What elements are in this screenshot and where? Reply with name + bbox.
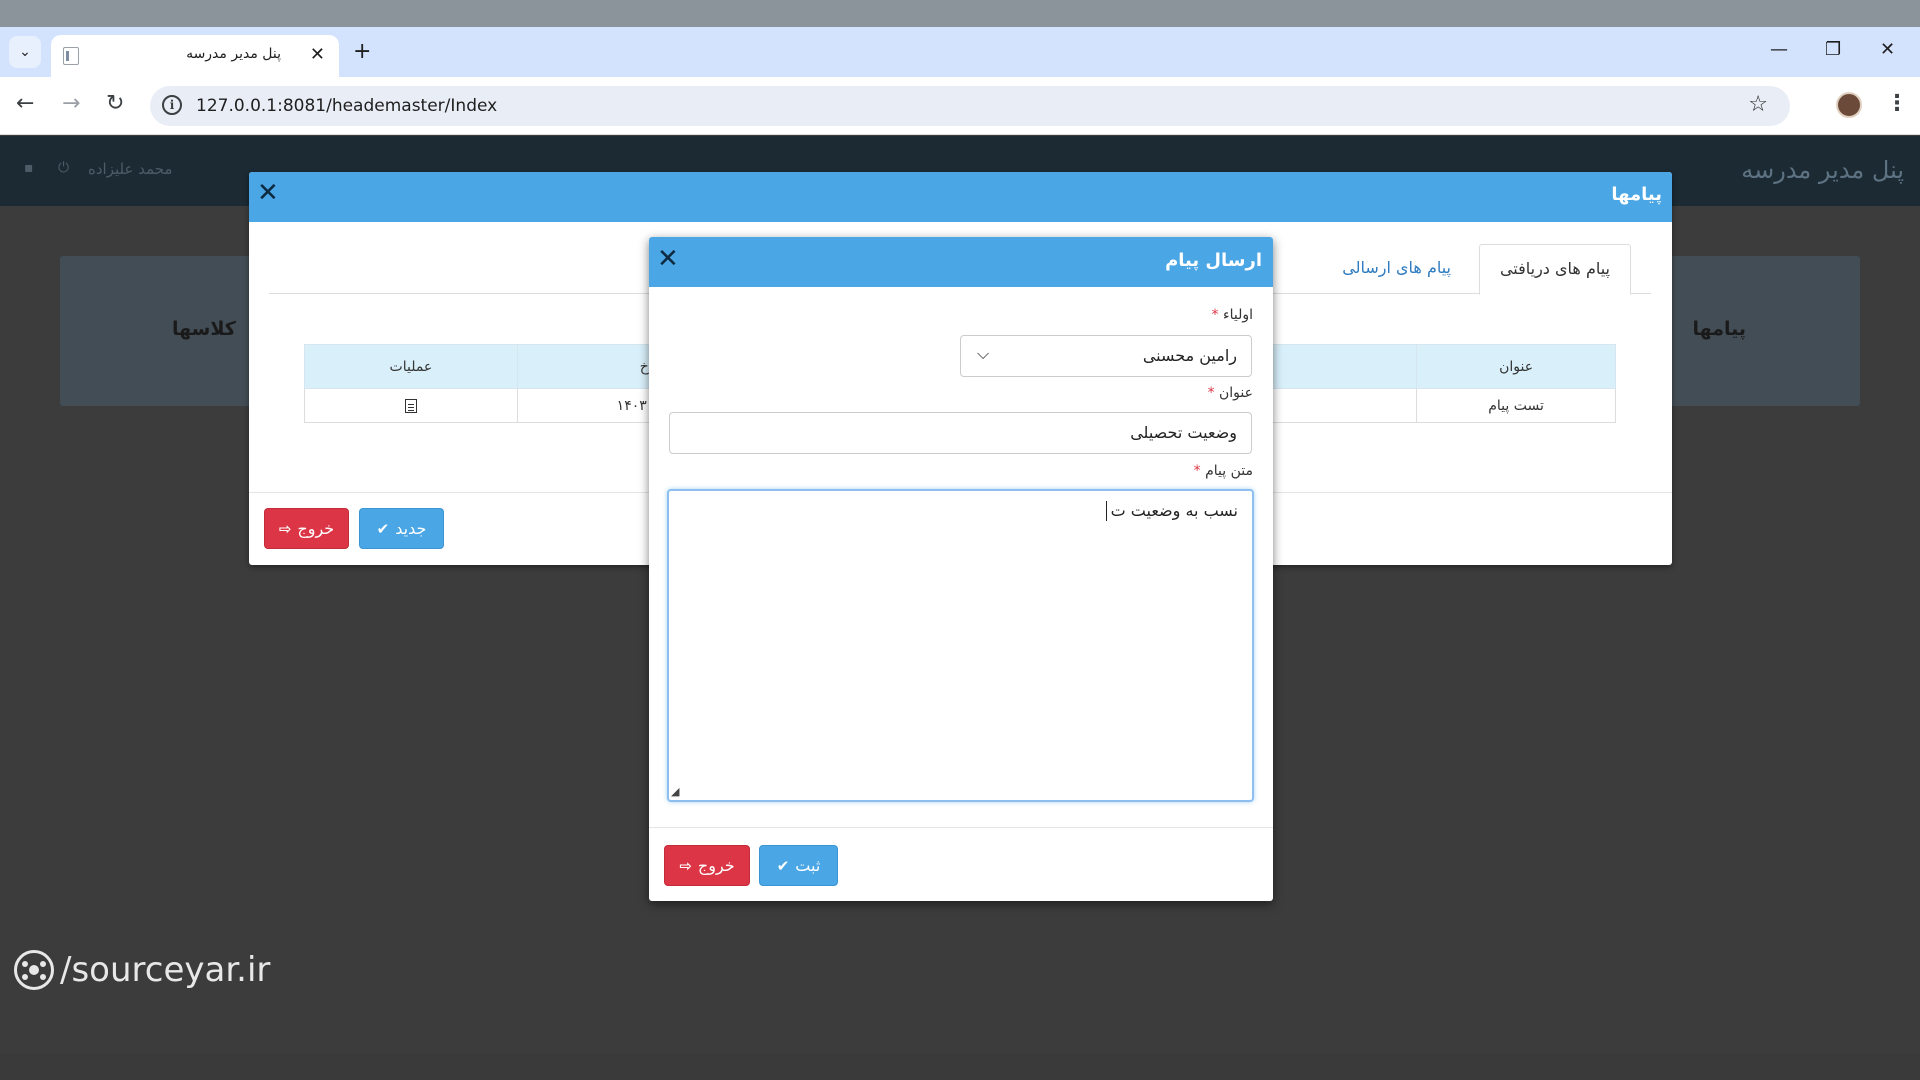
checkmark-icon: ✔	[776, 856, 790, 875]
tab-title: پنل مدیر مدرسه	[186, 46, 281, 62]
cell-operations	[304, 388, 518, 423]
body-field-label: متن پیام *	[1194, 463, 1253, 479]
card-classes-label[interactable]: کلاسها	[172, 318, 236, 340]
resize-grip-icon[interactable]: ◢	[671, 785, 679, 798]
required-mark: *	[1207, 385, 1215, 401]
forward-arrow-icon[interactable]: →	[62, 91, 80, 116]
send-message-modal: ارسال پیام ✕ اولیاء * رامین محسنی ⌵ عنوا…	[649, 237, 1273, 901]
parent-select-value: رامین محسنی	[1142, 346, 1237, 365]
card-messages-label[interactable]: پیامها	[1693, 318, 1746, 340]
parent-select[interactable]: رامین محسنی ⌵	[960, 335, 1252, 377]
app-user-name[interactable]: محمد علیزاده	[88, 160, 172, 178]
window-close-icon[interactable]: ✕	[1880, 39, 1895, 60]
lock-icon[interactable]: ▪	[24, 160, 34, 176]
header-operations: عملیات	[304, 344, 518, 389]
messages-modal-close-icon[interactable]: ✕	[257, 180, 279, 206]
subject-input-value: وضعیت تحصیلی	[1130, 423, 1237, 442]
messages-modal-header: پیامها ✕	[249, 172, 1672, 222]
text-caret	[1106, 501, 1107, 521]
submit-button[interactable]: ثبت ✔	[759, 845, 838, 886]
message-body-value: نسب به وضعیت ت	[1110, 501, 1238, 520]
sign-out-icon: ⇨	[278, 519, 292, 538]
exit-label: خروج	[297, 519, 335, 538]
subject-field-label: عنوان *	[1208, 385, 1253, 401]
messages-modal-title: پیامها	[1611, 184, 1662, 205]
subject-label-text: عنوان	[1219, 385, 1253, 401]
messages-exit-button[interactable]: خروج ⇨	[264, 508, 349, 549]
power-icon[interactable]: ⏻	[58, 160, 69, 176]
header-subject: عنوان	[1416, 344, 1616, 389]
restore-icon[interactable]: ❐	[1825, 39, 1841, 60]
desktop-top-strip	[0, 0, 1920, 27]
header-date: خ	[516, 344, 658, 389]
tab-close-icon[interactable]: ✕	[310, 44, 325, 65]
send-modal-close-icon[interactable]: ✕	[657, 246, 679, 272]
parent-label-text: اولیاء	[1223, 307, 1253, 323]
cell-date: ۱۴۰۳	[516, 388, 658, 423]
back-arrow-icon[interactable]: ←	[16, 91, 34, 116]
reload-icon[interactable]: ↻	[106, 91, 124, 116]
desktop-bottom-strip	[0, 1053, 1920, 1080]
app-title: پنل مدیر مدرسه	[1741, 156, 1904, 184]
required-mark: *	[1211, 307, 1219, 323]
browser-toolbar: ← → ↻ i 127.0.0.1:8081/heademaster/Index…	[0, 77, 1920, 135]
tab-search-chevron-icon[interactable]: ⌄	[9, 36, 41, 68]
watermark-text: /sourceyar.ir	[60, 950, 271, 990]
send-modal-footer-divider	[649, 827, 1273, 828]
bookmark-star-icon[interactable]: ☆	[1748, 92, 1768, 117]
tab-received-messages[interactable]: پیام های دریافتی	[1478, 244, 1631, 295]
chevron-down-icon: ⌵	[977, 344, 990, 363]
browser-tab[interactable]: پنل مدیر مدرسه ✕	[51, 35, 339, 77]
watermark: /sourceyar.ir	[14, 950, 270, 990]
new-label: جدید	[395, 519, 427, 538]
checkmark-icon: ✔	[376, 519, 390, 538]
message-body-textarea[interactable]: نسب به وضعیت ت ◢	[667, 489, 1254, 802]
document-icon[interactable]	[404, 398, 417, 413]
new-tab-plus-icon[interactable]: +	[353, 39, 371, 64]
parent-field-label: اولیاء *	[1212, 307, 1253, 323]
site-info-icon[interactable]: i	[162, 95, 182, 115]
minimize-icon[interactable]: —	[1770, 39, 1788, 60]
cell-subject: تست پیام	[1416, 388, 1616, 423]
exit-label: خروج	[697, 856, 735, 875]
required-mark: *	[1193, 463, 1201, 479]
send-modal-title: ارسال پیام	[1165, 250, 1262, 271]
browser-tab-bar: ⌄ پنل مدیر مدرسه ✕ + — ❐ ✕	[0, 27, 1920, 77]
address-url[interactable]: 127.0.0.1:8081/heademaster/Index	[196, 96, 497, 116]
messages-new-button[interactable]: جدید ✔	[359, 508, 444, 549]
subject-input[interactable]: وضعیت تحصیلی	[669, 412, 1252, 454]
tab-sent-messages[interactable]: پیام های ارسالی	[1322, 244, 1471, 295]
sign-out-icon: ⇨	[679, 856, 692, 875]
page-favicon-icon	[63, 47, 79, 65]
address-bar[interactable]: i 127.0.0.1:8081/heademaster/Index ☆	[150, 86, 1790, 126]
profile-avatar[interactable]	[1836, 92, 1862, 118]
send-exit-button[interactable]: خروج ⇨	[664, 845, 750, 886]
browser-menu-icon[interactable]: ⋮	[1886, 91, 1908, 116]
send-modal-header: ارسال پیام ✕	[649, 237, 1273, 287]
film-reel-icon	[14, 950, 54, 990]
submit-label: ثبت	[795, 856, 821, 875]
body-label-text: متن پیام	[1205, 463, 1253, 479]
